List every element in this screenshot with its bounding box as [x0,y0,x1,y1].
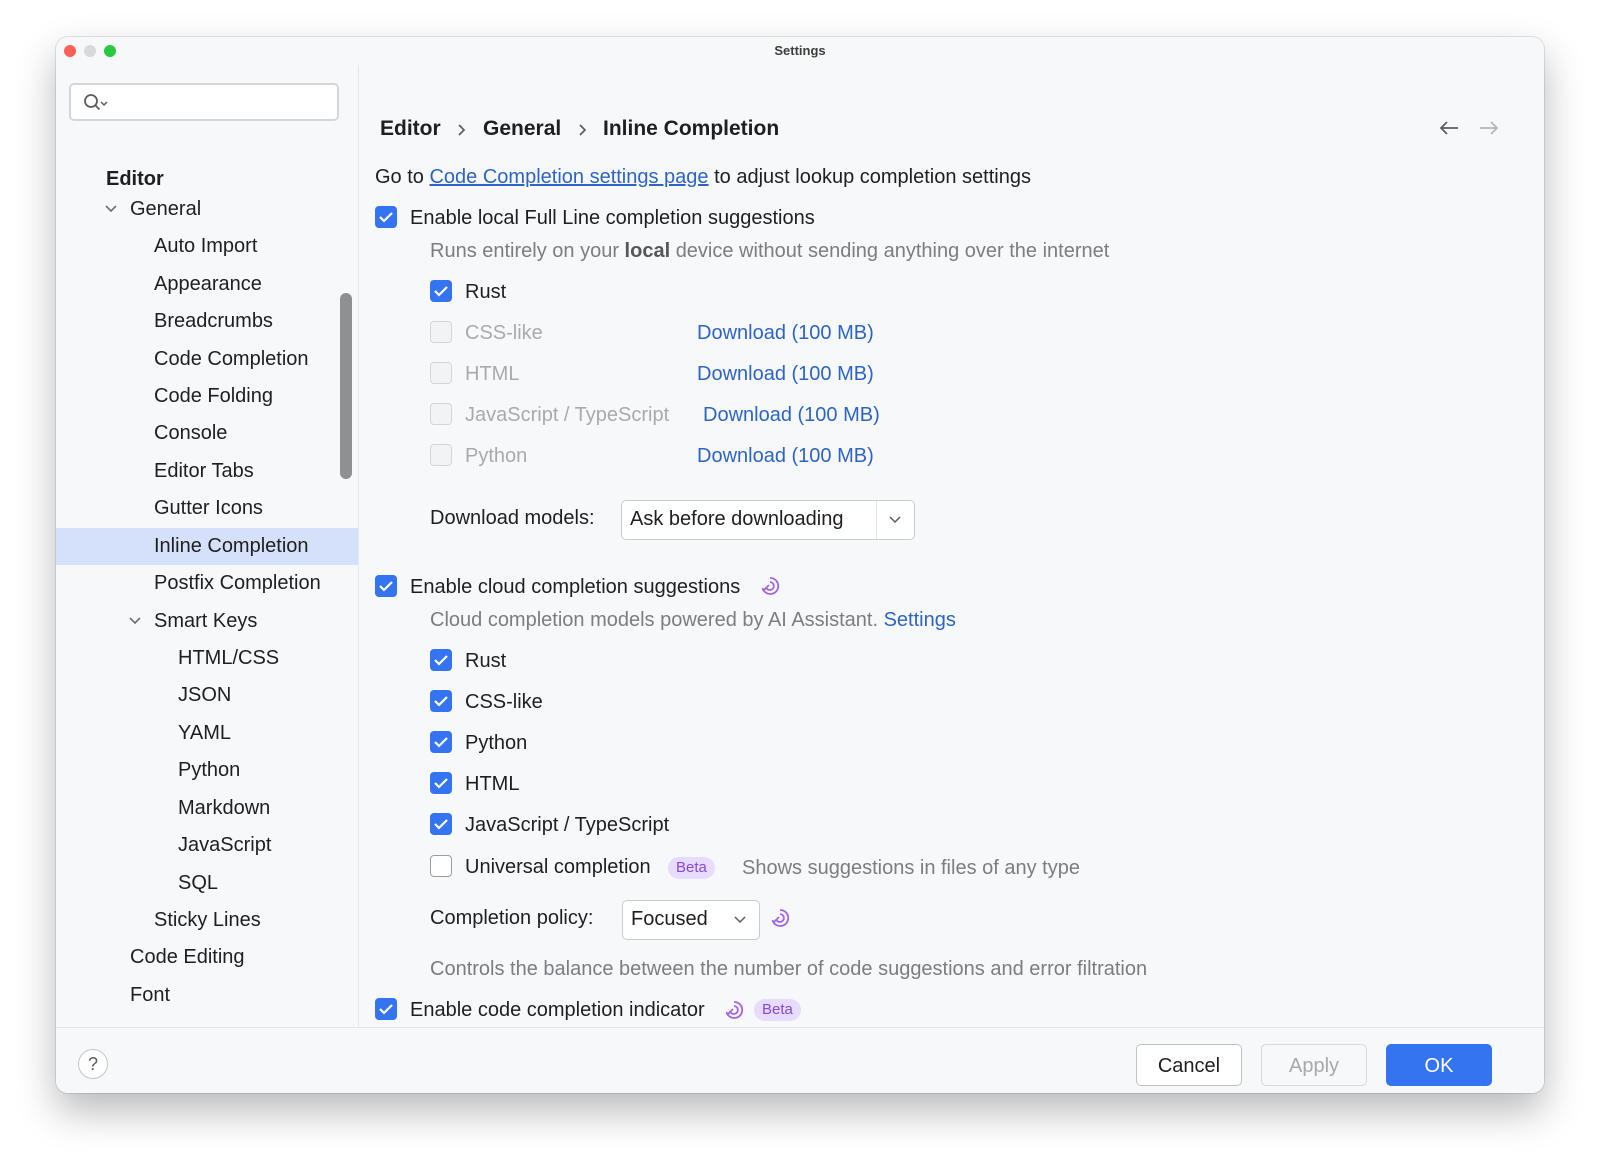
checkmark-icon [434,655,448,666]
completion-policy-hint: Controls the balance between the number … [430,958,1148,980]
breadcrumb-inline-completion: Inline Completion [603,117,780,140]
code-completion-settings-link[interactable]: Code Completion settings page [429,166,708,188]
checkmark-icon [379,1004,393,1015]
tree-item-yaml[interactable]: YAML [56,715,358,752]
beta-badge: Beta [754,999,801,1021]
tree-item-postfix-completion[interactable]: Postfix Completion [56,565,358,602]
dialog-footer: ? Cancel Apply OK [56,1027,1544,1093]
breadcrumb-editor[interactable]: Editor [380,117,441,141]
cancel-button[interactable]: Cancel [1136,1044,1242,1086]
tree-item-inline-completion[interactable]: Inline Completion [56,528,358,565]
settings-sidebar: Editor General Auto Import Appearance Br… [56,65,359,1027]
tree-item-gutter-icons[interactable]: Gutter Icons [56,490,358,527]
download-models-label: Download models: [430,507,595,529]
window-title: Settings [774,43,826,58]
tree-item-appearance[interactable]: Appearance [56,266,358,303]
help-button[interactable]: ? [78,1049,108,1079]
tree-item-sql[interactable]: SQL [56,865,358,902]
tree-item-json[interactable]: JSON [56,677,358,714]
checkmark-icon [434,696,448,707]
download-css-like-link[interactable]: Download (100 MB) [697,319,874,347]
settings-content: Editor General Inline Completion Go to C… [358,65,1544,1027]
tree-item-code-editing[interactable]: Code Editing [56,939,358,976]
ai-assistant-icon [771,909,790,927]
back-arrow-icon[interactable] [1438,119,1460,137]
checkmark-icon [434,737,448,748]
chevron-down-icon[interactable] [128,614,142,628]
universal-completion-hint: Shows suggestions in files of any type [742,857,1080,879]
tree-item-console[interactable]: Console [56,415,358,452]
download-html-link[interactable]: Download (100 MB) [697,360,874,388]
settings-window: Settings Editor General Auto Import Appe… [56,37,1544,1093]
completion-policy-dropdown[interactable]: Focused [622,900,760,940]
tree-item-smart-keys[interactable]: Smart Keys [56,603,358,640]
tree-item-editor-tabs[interactable]: Editor Tabs [56,453,358,490]
tree-item-sticky-lines[interactable]: Sticky Lines [56,902,358,939]
ai-assistant-icon [761,577,780,595]
checkmark-icon [434,286,448,297]
beta-badge: Beta [668,857,715,879]
checkbox-checked[interactable] [375,206,397,228]
tree-item-auto-import[interactable]: Auto Import [56,228,358,265]
download-models-dropdown[interactable]: Ask before downloading [621,500,915,540]
checkmark-icon [434,819,448,830]
ai-assistant-icon [725,1001,744,1019]
tree-item-code-completion[interactable]: Code Completion [56,341,358,378]
tree-item-python[interactable]: Python [56,752,358,789]
tree-item-markdown[interactable]: Markdown [56,790,358,827]
tree-item-html-css[interactable]: HTML/CSS [56,640,358,677]
tree-item-general[interactable]: General [56,191,358,228]
tree-item-font[interactable]: Font [56,977,358,1014]
ai-assistant-settings-link[interactable]: Settings [884,609,956,631]
cloud-completion-hint: Cloud completion models powered by AI As… [430,609,956,631]
tree-item-javascript[interactable]: JavaScript [56,827,358,864]
chevron-right-icon [579,124,587,136]
forward-arrow-icon[interactable] [1478,119,1500,137]
chevron-down-icon [889,516,901,524]
chevron-right-icon [458,124,466,136]
chevron-down-icon[interactable] [104,202,118,216]
title-bar: Settings [56,37,1544,65]
apply-button[interactable]: Apply [1261,1044,1367,1086]
tree-item-code-folding[interactable]: Code Folding [56,378,358,415]
local-completion-hint: Runs entirely on your local device witho… [430,240,1110,262]
search-icon [84,94,108,111]
sidebar-scrollbar[interactable] [340,293,352,479]
checkmark-icon [379,581,393,592]
intro-line: Go to Code Completion settings page to a… [375,166,1031,188]
breadcrumb-general[interactable]: General [483,117,561,141]
checkmark-icon [379,212,393,223]
ok-button[interactable]: OK [1386,1044,1492,1086]
settings-search-input[interactable] [69,83,339,121]
chevron-down-icon [734,916,746,924]
completion-policy-label: Completion policy: [430,907,594,929]
download-js-ts-link[interactable]: Download (100 MB) [703,401,880,429]
download-python-link[interactable]: Download (100 MB) [697,442,874,470]
checkmark-icon [434,778,448,789]
tree-item-breadcrumbs[interactable]: Breadcrumbs [56,303,358,340]
